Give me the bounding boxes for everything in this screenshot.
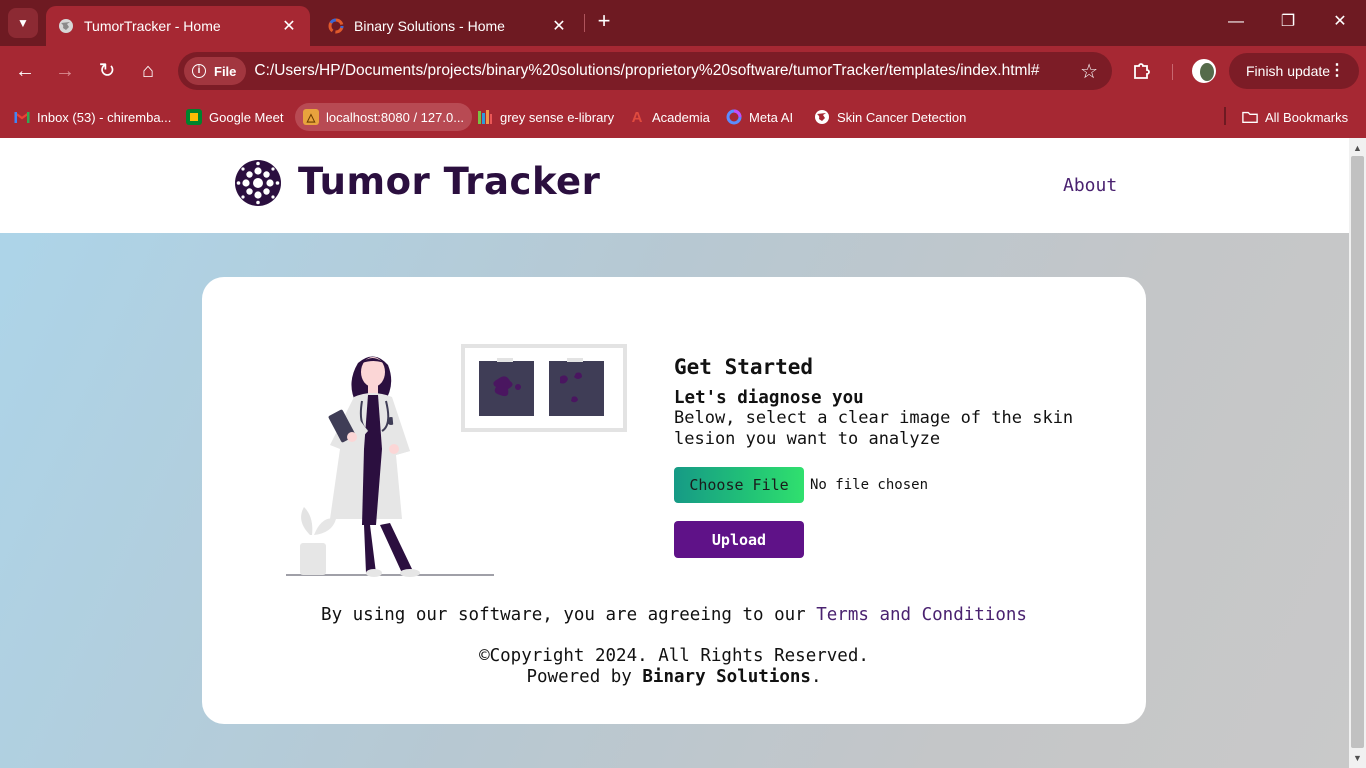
tab-search-button[interactable]: ▼ xyxy=(8,8,38,38)
tab-title: TumorTracker - Home xyxy=(84,18,221,34)
bookmark-google-meet[interactable]: Google Meet xyxy=(186,103,283,131)
tab-tumortracker[interactable]: TumorTracker - Home ✕ xyxy=(46,6,310,46)
tab-title: Binary Solutions - Home xyxy=(354,18,505,34)
extensions-puzzle-icon[interactable] xyxy=(1130,59,1154,83)
info-icon: i xyxy=(192,64,206,78)
scroll-up-icon[interactable]: ▲ xyxy=(1349,140,1366,156)
bookmark-label: Academia xyxy=(652,109,710,125)
finish-update-button[interactable]: Finish update ⋮ xyxy=(1229,53,1359,89)
bookmark-meta-ai[interactable]: Meta AI xyxy=(726,103,793,131)
close-icon[interactable]: ✕ xyxy=(550,16,568,36)
toolbar-divider xyxy=(1172,64,1173,80)
page-viewport: Tumor Tracker About Get Started Let's di… xyxy=(0,138,1349,768)
cells-logo-icon[interactable] xyxy=(234,159,282,207)
powered-by-line: Powered by Binary Solutions. xyxy=(202,667,1146,688)
close-icon[interactable]: ✕ xyxy=(280,16,298,36)
new-tab-button[interactable]: + xyxy=(592,10,616,34)
window-close-icon[interactable]: ✕ xyxy=(1328,10,1352,34)
powered-by-suffix: . xyxy=(810,667,822,687)
brand-name[interactable]: Tumor Tracker xyxy=(298,160,600,203)
choose-file-button[interactable]: Choose File xyxy=(674,467,804,503)
bookmark-academia[interactable]: A Academia xyxy=(629,103,710,131)
ring-logo-icon xyxy=(328,18,344,34)
bookmark-grey-sense[interactable]: grey sense e-library xyxy=(477,103,614,131)
globe-icon xyxy=(58,18,74,34)
file-input: Choose File No file chosen xyxy=(674,467,1114,503)
bookmark-label: Inbox (53) - chiremba... xyxy=(37,109,172,125)
books-icon xyxy=(477,109,493,125)
powered-by-text: Powered by xyxy=(526,667,632,687)
folder-icon xyxy=(1242,109,1258,125)
bookmarks-bar: Inbox (53) - chiremba... Google Meet △ l… xyxy=(0,96,1366,138)
finish-update-label: Finish update xyxy=(1246,63,1331,79)
bookmark-star-icon[interactable]: ☆ xyxy=(1080,59,1098,84)
meta-ai-ring-icon xyxy=(726,109,742,125)
bookmark-label: Meta AI xyxy=(749,109,794,125)
restore-icon[interactable]: ❐ xyxy=(1276,10,1300,34)
chevron-down-icon: ▼ xyxy=(17,16,29,30)
copyright-text: ©Copyright 2024. All Rights Reserved. xyxy=(479,646,869,666)
doctor-illustration xyxy=(286,344,627,577)
instructions-text: Below, select a clear image of the skin … xyxy=(674,408,1074,449)
reload-icon[interactable]: ↻ xyxy=(93,57,121,85)
gmail-icon xyxy=(14,109,30,125)
company-name: Binary Solutions xyxy=(642,667,811,687)
tab-binary-solutions[interactable]: Binary Solutions - Home ✕ xyxy=(316,6,580,46)
all-bookmarks-button[interactable]: All Bookmarks xyxy=(1242,103,1348,131)
google-meet-icon xyxy=(186,109,202,125)
upload-button[interactable]: Upload xyxy=(674,521,804,558)
forward-arrow-icon[interactable]: → xyxy=(51,57,79,85)
file-status-text: No file chosen xyxy=(810,477,929,493)
terms-link[interactable]: Terms and Conditions xyxy=(816,605,1027,625)
globe-icon xyxy=(814,109,830,125)
tab-divider xyxy=(584,14,585,32)
scroll-thumb[interactable] xyxy=(1351,156,1364,748)
scroll-down-icon[interactable]: ▼ xyxy=(1349,750,1366,766)
home-icon[interactable]: ⌂ xyxy=(134,57,162,85)
upload-card: Get Started Let's diagnose you Below, se… xyxy=(202,277,1146,724)
more-vertical-icon: ⋮ xyxy=(1329,62,1345,79)
bookmarks-divider xyxy=(1224,107,1226,125)
phpmyadmin-icon: △ xyxy=(303,109,319,125)
bookmark-label: localhost:8080 / 127.0... xyxy=(326,109,465,125)
address-bar[interactable]: i File C:/Users/HP/Documents/projects/bi… xyxy=(178,52,1112,90)
tab-strip: ▼ TumorTracker - Home ✕ Binary Solutions… xyxy=(0,0,1366,46)
bookmark-label: Google Meet xyxy=(209,109,284,125)
bookmark-skin-cancer-detection[interactable]: Skin Cancer Detection xyxy=(814,103,966,131)
footer: ©Copyright 2024. All Rights Reserved. Po… xyxy=(202,646,1146,688)
minimize-icon[interactable]: — xyxy=(1224,10,1248,34)
nav-about-link[interactable]: About xyxy=(1063,175,1117,196)
back-arrow-icon[interactable]: ← xyxy=(11,57,39,85)
upload-form: Get Started Let's diagnose you Below, se… xyxy=(674,355,1114,558)
all-bookmarks-label: All Bookmarks xyxy=(1265,109,1349,125)
bookmark-label: grey sense e-library xyxy=(500,109,615,125)
page-title: Get Started xyxy=(674,355,814,379)
page-scrollbar[interactable]: ▲ ▼ xyxy=(1349,138,1366,768)
bookmark-gmail[interactable]: Inbox (53) - chiremba... xyxy=(14,103,171,131)
terms-text: By using our software, you are agreeing … xyxy=(321,605,806,625)
academia-icon: A xyxy=(631,108,643,126)
browser-toolbar: ← → ↻ ⌂ i File C:/Users/HP/Documents/pro… xyxy=(0,46,1366,96)
url-text[interactable]: C:/Users/HP/Documents/projects/binary%20… xyxy=(254,62,1074,80)
terms-notice: By using our software, you are agreeing … xyxy=(202,605,1146,625)
site-header: Tumor Tracker About xyxy=(0,138,1349,233)
site-info-chip[interactable]: i File xyxy=(184,57,247,85)
site-info-label: File xyxy=(214,63,237,79)
bookmark-localhost[interactable]: △ localhost:8080 / 127.0... xyxy=(295,103,473,131)
profile-avatar[interactable] xyxy=(1192,59,1216,83)
subheading: Let's diagnose you xyxy=(674,388,864,408)
bookmark-label: Skin Cancer Detection xyxy=(837,109,967,125)
